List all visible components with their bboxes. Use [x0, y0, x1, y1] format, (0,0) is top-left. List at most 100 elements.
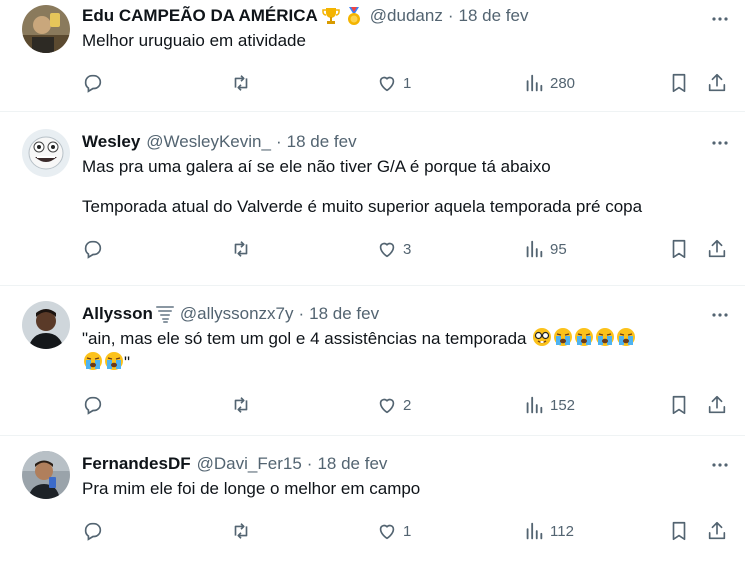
- reply-icon: [84, 522, 102, 541]
- views-icon: [526, 240, 543, 258]
- views-count: 280: [550, 74, 576, 92]
- separator-dot: ·: [275, 132, 282, 151]
- tweet[interactable]: Wesley @WesleyKevin_ · 18 de fev Mas pra…: [0, 112, 745, 286]
- like-count: 1: [403, 74, 412, 92]
- views-button[interactable]: 152: [523, 394, 575, 416]
- medal-icon: [344, 6, 364, 26]
- action-bar: 1 280: [82, 66, 733, 106]
- author-handle[interactable]: @allyssonzx7y: [180, 304, 294, 324]
- tweet-date[interactable]: 18 de fev: [317, 454, 387, 474]
- like-button[interactable]: 1: [376, 520, 411, 542]
- crying-face-icon: [105, 352, 123, 370]
- reply-button[interactable]: [82, 238, 109, 260]
- tweet[interactable]: FernandesDF @Davi_Fer15 · 18 de fev Pra …: [0, 436, 745, 567]
- like-button[interactable]: 3: [376, 238, 411, 260]
- retweet-icon: [234, 75, 248, 91]
- tweet[interactable]: Allysson @allyssonzx7y · 18 de fev "ain,…: [0, 286, 745, 436]
- heart-icon: [379, 398, 395, 414]
- views-count: 112: [550, 522, 574, 540]
- tweet-text: Melhor uruguaio em atividade: [82, 29, 733, 53]
- heart-icon: [379, 76, 395, 92]
- action-bar: 3 95: [82, 232, 733, 272]
- reply-feed: Edu CAMPEÃO DA AMÉRICA @dudanz · 18 de f…: [0, 0, 745, 567]
- author-handle[interactable]: @Davi_Fer15: [197, 454, 302, 474]
- like-button[interactable]: 2: [376, 394, 411, 416]
- share-icon: [708, 521, 726, 540]
- views-icon: [526, 74, 543, 92]
- crying-face-icon: [554, 328, 573, 346]
- tweet-text-content: "ain, mas ele só tem um gol e 4 assistên…: [82, 329, 527, 348]
- views-icon: [526, 522, 543, 540]
- author-handle[interactable]: @dudanz: [370, 6, 443, 26]
- retweet-button[interactable]: [230, 394, 257, 416]
- share-button[interactable]: [706, 238, 728, 260]
- share-button[interactable]: [706, 394, 728, 416]
- views-button[interactable]: 280: [523, 72, 575, 94]
- crying-face-icon: [596, 328, 615, 346]
- bookmark-button[interactable]: [668, 72, 690, 94]
- heart-icon: [379, 242, 395, 258]
- avatar[interactable]: [22, 451, 70, 499]
- more-options-icon[interactable]: [705, 4, 735, 34]
- tweet-text-line: Melhor uruguaio em atividade: [82, 31, 306, 50]
- more-options-icon[interactable]: [705, 450, 735, 480]
- author-name[interactable]: Edu CAMPEÃO DA AMÉRICA: [82, 6, 318, 26]
- like-count: 2: [403, 396, 412, 414]
- author-name[interactable]: Allysson: [82, 304, 153, 324]
- avatar[interactable]: [22, 301, 70, 349]
- retweet-button[interactable]: [230, 72, 257, 94]
- crying-face-icon: [617, 328, 636, 346]
- views-count: 152: [550, 396, 576, 414]
- separator-dot: ·: [298, 304, 305, 323]
- share-button[interactable]: [706, 520, 728, 542]
- share-icon: [708, 73, 726, 92]
- retweet-button[interactable]: [230, 520, 257, 542]
- bookmark-icon: [672, 239, 686, 259]
- views-button[interactable]: 95: [523, 238, 567, 260]
- retweet-icon: [234, 397, 248, 413]
- separator-dot: ·: [306, 454, 313, 473]
- tweet-date[interactable]: 18 de fev: [287, 132, 357, 152]
- tweet-text-line: ": [82, 351, 733, 375]
- bookmark-button[interactable]: [668, 394, 690, 416]
- tweet-text-content: ": [124, 353, 131, 372]
- retweet-button[interactable]: [230, 238, 257, 260]
- avatar[interactable]: [22, 5, 70, 53]
- retweet-icon: [234, 241, 248, 257]
- heart-icon: [379, 524, 395, 540]
- bookmark-icon: [672, 521, 686, 541]
- reply-icon: [84, 74, 102, 93]
- author-handle[interactable]: @WesleyKevin_: [146, 132, 271, 152]
- tweet-text: "ain, mas ele só tem um gol e 4 assistên…: [82, 327, 733, 375]
- share-button[interactable]: [706, 72, 728, 94]
- tweet-text-line: Mas pra uma galera aí se ele não tiver G…: [82, 157, 551, 176]
- author-name[interactable]: Wesley: [82, 132, 140, 152]
- more-options-icon[interactable]: [705, 128, 735, 158]
- tweet-text: Pra mim ele foi de longe o melhor em cam…: [82, 477, 733, 501]
- tornado-icon: [155, 304, 174, 324]
- avatar[interactable]: [22, 129, 70, 177]
- crying-face-icon: [84, 352, 102, 370]
- views-icon: [526, 396, 543, 414]
- crying-face-icon: [575, 328, 594, 346]
- tweet-date[interactable]: 18 de fev: [459, 6, 529, 26]
- reply-icon: [84, 240, 102, 259]
- reply-button[interactable]: [82, 72, 109, 94]
- retweet-icon: [234, 523, 248, 539]
- action-bar: 2 152: [82, 388, 733, 428]
- more-options-icon[interactable]: [705, 300, 735, 330]
- reply-button[interactable]: [82, 394, 109, 416]
- nerd-face-icon: [533, 328, 552, 346]
- views-button[interactable]: 112: [523, 520, 574, 542]
- bookmark-button[interactable]: [668, 238, 690, 260]
- bookmark-icon: [672, 395, 686, 415]
- trophy-icon: [321, 6, 341, 26]
- author-name[interactable]: FernandesDF: [82, 454, 191, 474]
- reply-button[interactable]: [82, 520, 109, 542]
- action-bar: 1 112: [82, 514, 733, 554]
- like-button[interactable]: 1: [376, 72, 411, 94]
- tweet-date[interactable]: 18 de fev: [309, 304, 379, 324]
- share-icon: [708, 395, 726, 414]
- tweet[interactable]: Edu CAMPEÃO DA AMÉRICA @dudanz · 18 de f…: [0, 0, 745, 112]
- bookmark-button[interactable]: [668, 520, 690, 542]
